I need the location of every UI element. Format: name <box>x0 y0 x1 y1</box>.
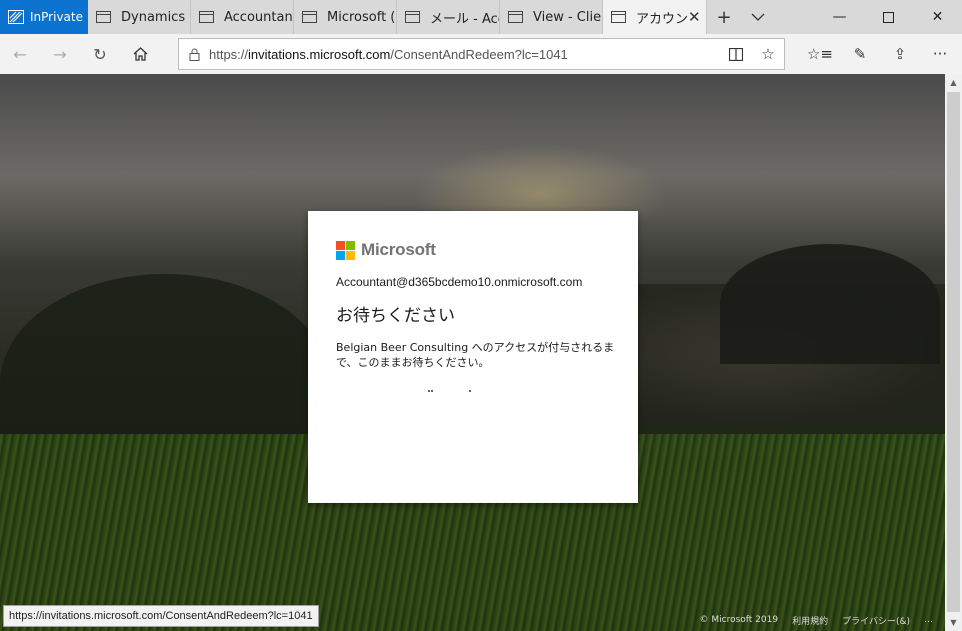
dialog-description: Belgian Beer Consulting へのアクセスが付与されるまで、こ… <box>336 341 615 369</box>
progress-dot <box>431 390 433 392</box>
refresh-button[interactable]: ↻ <box>80 34 120 74</box>
link-status-tooltip: https://invitations.microsoft.com/Consen… <box>3 605 319 627</box>
ellipsis-icon: ··· <box>932 45 948 63</box>
scroll-thumb[interactable] <box>947 92 960 612</box>
url-host: invitations.microsoft.com <box>248 46 391 62</box>
reading-view-button[interactable] <box>720 45 752 63</box>
tab-page-icon <box>611 11 626 23</box>
tab-label: Microsoft ( <box>327 9 396 25</box>
progress-dots <box>336 382 610 402</box>
tab-label: Accountan <box>224 9 293 25</box>
tab-account-active[interactable]: アカウン ✕ <box>603 0 707 34</box>
address-bar[interactable]: https://invitations.microsoft.com/Consen… <box>178 38 785 70</box>
tab-label: アカウン <box>636 11 689 27</box>
tab-dynamics[interactable]: Dynamics 3 <box>88 0 191 34</box>
vertical-scrollbar[interactable]: ▲ ▼ <box>945 74 962 631</box>
tab-page-icon <box>508 11 523 23</box>
terms-link[interactable]: 利用規約 <box>792 614 828 627</box>
close-window-button[interactable]: ✕ <box>913 0 962 34</box>
forward-button[interactable]: → <box>40 34 80 74</box>
favorites-hub-button[interactable]: ☆≡ <box>800 34 840 74</box>
favorite-star-button[interactable]: ☆ <box>752 45 784 63</box>
privacy-link[interactable]: プライバシー(&) <box>842 614 910 627</box>
maximize-button[interactable] <box>864 0 913 34</box>
brand-wordmark: Microsoft <box>361 240 436 259</box>
tab-microsoft[interactable]: Microsoft ( <box>294 0 397 34</box>
progress-dot <box>428 390 430 392</box>
microsoft-logo-icon <box>336 240 355 260</box>
scroll-up-arrow-icon[interactable]: ▲ <box>945 74 962 91</box>
tab-page-icon <box>96 11 111 23</box>
tab-mail[interactable]: メール - Acc <box>397 0 500 34</box>
minimize-button[interactable]: — <box>815 0 864 34</box>
scroll-down-arrow-icon[interactable]: ▼ <box>945 614 962 631</box>
mountain-right <box>720 244 940 364</box>
tab-bar: InPrivate Dynamics 3 Accountan Microsoft… <box>0 0 962 34</box>
tab-page-icon <box>199 11 214 23</box>
tab-label: View - Clie <box>533 9 602 25</box>
copyright-text: © Microsoft 2019 <box>699 615 779 625</box>
footer-more-button[interactable]: … <box>924 615 933 625</box>
minimize-icon: — <box>832 9 847 25</box>
chevron-down-icon <box>751 13 765 21</box>
url-path: /ConsentAndRedeem?lc=1041 <box>390 46 568 62</box>
close-icon: ✕ <box>931 9 944 25</box>
favorites-list-icon: ☆≡ <box>806 45 833 63</box>
inprivate-badge[interactable]: InPrivate <box>0 0 88 34</box>
new-tab-button[interactable]: + <box>707 0 741 34</box>
share-button[interactable]: ⇪ <box>880 34 920 74</box>
share-icon: ⇪ <box>893 45 907 63</box>
home-button[interactable] <box>120 34 160 74</box>
maximize-icon <box>883 11 894 23</box>
navigation-bar: ← → ↻ https://invitations.microsoft.com/… <box>0 34 962 74</box>
pen-icon: ✎ <box>853 45 867 63</box>
home-icon <box>133 47 147 61</box>
tab-view-client[interactable]: View - Clie <box>500 0 603 34</box>
progress-dot <box>469 390 471 392</box>
lock-icon[interactable] <box>179 48 209 61</box>
page-footer: © Microsoft 2019 利用規約 プライバシー(&) … <box>700 610 945 630</box>
url-text[interactable]: https://invitations.microsoft.com/Consen… <box>209 47 568 62</box>
tab-page-icon <box>302 11 317 23</box>
dialog-title: お待ちください <box>336 306 455 326</box>
arrow-left-icon: ← <box>13 44 27 64</box>
more-button[interactable]: ··· <box>920 34 960 74</box>
tab-label: Dynamics 3 <box>121 9 191 25</box>
microsoft-logo: Microsoft <box>336 240 610 260</box>
inprivate-icon <box>8 10 24 24</box>
account-email: Accountant@d365bcdemo10.onmicrosoft.com <box>336 275 583 289</box>
close-tab-icon[interactable]: ✕ <box>688 8 701 26</box>
tab-label: メール - Acc <box>430 11 500 27</box>
arrow-right-icon: → <box>53 44 67 64</box>
tab-list-button[interactable] <box>741 0 775 34</box>
window-controls: — ✕ <box>815 0 962 34</box>
back-button[interactable]: ← <box>0 34 40 74</box>
refresh-icon: ↻ <box>93 44 107 64</box>
book-icon <box>729 47 743 61</box>
notes-button[interactable]: ✎ <box>840 34 880 74</box>
inprivate-label: InPrivate <box>30 10 83 24</box>
url-prefix: https:// <box>209 46 249 62</box>
tab-page-icon <box>405 11 420 23</box>
tab-accountant[interactable]: Accountan <box>191 0 294 34</box>
plus-icon: + <box>716 6 732 28</box>
wait-dialog: Microsoft Accountant@d365bcdemo10.onmicr… <box>308 211 638 503</box>
star-icon: ☆ <box>761 45 775 63</box>
